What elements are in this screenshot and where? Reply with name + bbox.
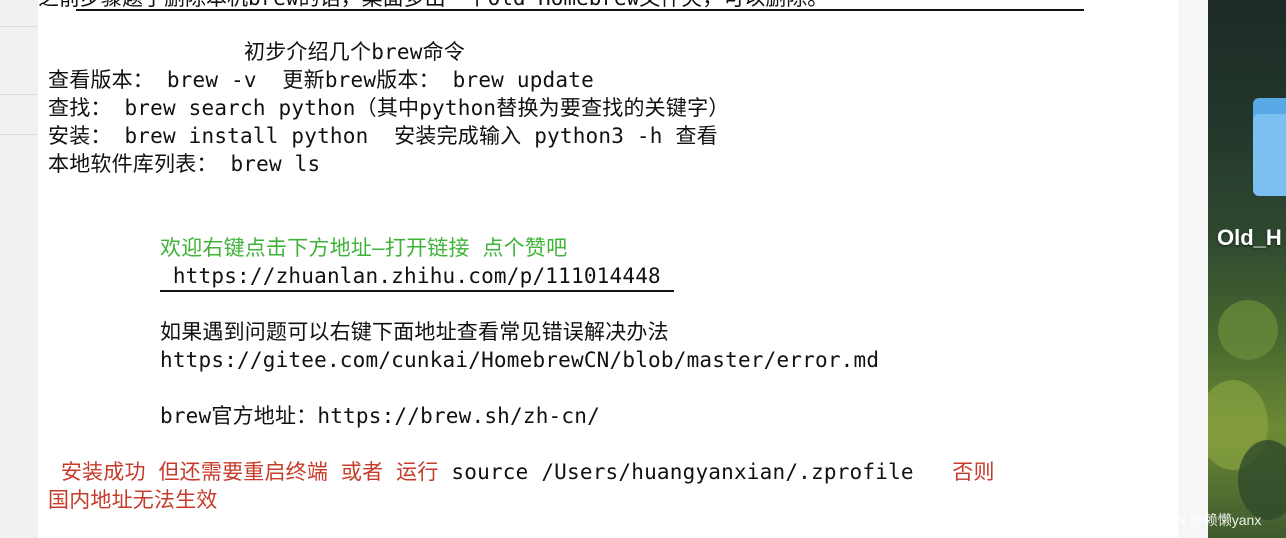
scrollbar-gutter[interactable]: [1178, 0, 1208, 538]
sidebar-divider: [0, 26, 38, 27]
cut-line-underline: [76, 9, 1084, 11]
terminal-line-list: 本地软件库列表： brew ls: [48, 152, 321, 176]
sidebar-divider: [0, 94, 38, 95]
finder-sidebar: [0, 0, 38, 538]
terminal-line-install: 安装： brew install python 安装完成输入 python3 -…: [48, 124, 718, 148]
problem-note: 如果遇到问题可以右键下面地址查看常见错误解决办法: [160, 320, 669, 344]
terminal-line-version: 查看版本： brew -v 更新brew版本： brew update: [48, 68, 594, 92]
folder-icon-front: [1253, 114, 1286, 196]
wallpaper-foliage: [1218, 300, 1278, 360]
official-link[interactable]: https://brew.sh/zh-cn/: [317, 404, 600, 428]
official-address-line: brew官方地址：https://brew.sh/zh-cn/: [160, 402, 600, 430]
gitee-link[interactable]: https://gitee.com/cunkai/HomebrewCN/blob…: [160, 346, 879, 374]
desktop-background: Old_H: [1208, 0, 1286, 538]
install-success-text: 安装成功 但还需要重启终端 或者 运行: [48, 460, 439, 484]
folder-icon[interactable]: [1253, 98, 1286, 196]
csdn-watermark: CSDN @赖懒yanx: [1146, 512, 1262, 528]
sidebar-divider: [0, 134, 38, 135]
otherwise-text: 否则: [939, 460, 995, 484]
source-command: source /Users/huangyanxian/.zprofile: [438, 460, 940, 484]
wallpaper-foliage: [1238, 440, 1286, 520]
install-success-line-2: 国内地址无法生效: [48, 488, 218, 512]
welcome-message: 欢迎右键点击下方地址—打开链接 点个赞吧: [160, 236, 568, 260]
terminal-line-search: 查找： brew search python（其中python替换为要查找的关键…: [48, 96, 730, 120]
zhihu-link[interactable]: https://zhuanlan.zhihu.com/p/111014448: [160, 262, 674, 292]
install-success-line: 安装成功 但还需要重启终端 或者 运行 source /Users/huangy…: [48, 458, 995, 486]
folder-label[interactable]: Old_H: [1217, 225, 1282, 251]
commands-heading: 初步介绍几个brew命令: [244, 40, 465, 64]
official-address-label: brew官方地址：: [160, 404, 318, 428]
